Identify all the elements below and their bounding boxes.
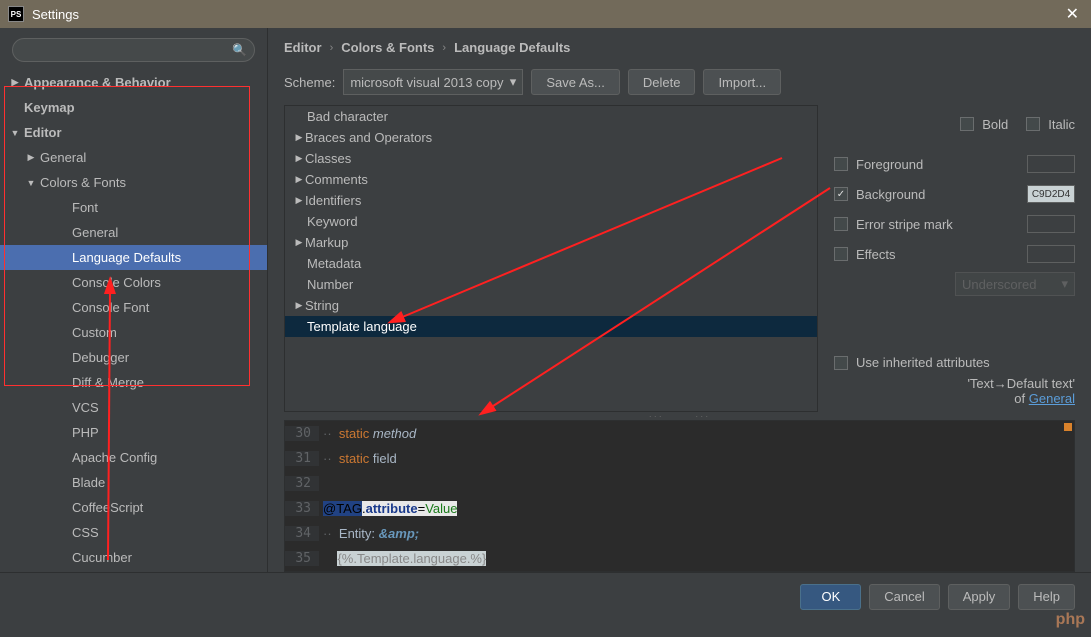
help-button[interactable]: Help (1018, 584, 1075, 610)
tree-comments[interactable]: Comments (285, 169, 817, 190)
tree-string[interactable]: String (285, 295, 817, 316)
tree-keyword[interactable]: Keyword (285, 211, 817, 232)
tree-markup[interactable]: Markup (285, 232, 817, 253)
tree-identifiers[interactable]: Identifiers (285, 190, 817, 211)
tree-braces[interactable]: Braces and Operators (285, 127, 817, 148)
tree-metadata[interactable]: Metadata (285, 253, 817, 274)
app-icon: PS (8, 6, 24, 22)
nav-keymap[interactable]: Keymap (0, 95, 267, 120)
window-title: Settings (32, 7, 79, 22)
footer: OK Cancel Apply Help (0, 572, 1091, 620)
apply-button[interactable]: Apply (948, 584, 1011, 610)
nav-blade[interactable]: Blade (0, 470, 267, 495)
nav-colors-fonts[interactable]: Colors & Fonts (0, 170, 267, 195)
background-checkbox[interactable] (834, 187, 848, 201)
effects-checkbox[interactable] (834, 247, 848, 261)
search-input[interactable] (12, 38, 255, 62)
chevron-down-icon: ▾ (1061, 276, 1068, 292)
nav-coffeescript[interactable]: CoffeeScript (0, 495, 267, 520)
nav-debugger[interactable]: Debugger (0, 345, 267, 370)
search-icon: 🔍 (232, 43, 247, 57)
inherit-link[interactable]: General (1029, 391, 1075, 406)
nav-vcs[interactable]: VCS (0, 395, 267, 420)
tree-template-language[interactable]: Template language (285, 316, 817, 337)
tree-classes[interactable]: Classes (285, 148, 817, 169)
foreground-checkbox[interactable] (834, 157, 848, 171)
error-stripe-icon (1064, 423, 1072, 431)
inherited-checkbox[interactable] (834, 356, 848, 370)
nav-general[interactable]: General (0, 145, 267, 170)
chevron-down-icon: ▾ (510, 74, 517, 90)
nav-custom[interactable]: Custom (0, 320, 267, 345)
scheme-label: Scheme: (284, 75, 335, 90)
splitter[interactable]: ··· ··· (268, 412, 1091, 420)
error-stripe-swatch[interactable] (1027, 215, 1075, 233)
nav-console-font[interactable]: Console Font (0, 295, 267, 320)
attribute-panel: Bold Italic Foreground BackgroundC9D2D4 … (818, 105, 1075, 412)
ok-button[interactable]: OK (800, 584, 861, 610)
main-panel: Editor› Colors & Fonts› Language Default… (268, 28, 1091, 572)
preview-panel[interactable]: 30·· static method 31·· static field 32 … (284, 420, 1075, 572)
effects-select[interactable]: Underscored▾ (955, 272, 1075, 296)
foreground-swatch[interactable] (1027, 155, 1075, 173)
scheme-select[interactable]: microsoft visual 2013 copy▾ (343, 69, 523, 95)
nav-language-defaults[interactable]: Language Defaults (0, 245, 267, 270)
nav-php[interactable]: PHP (0, 420, 267, 445)
nav-console-colors[interactable]: Console Colors (0, 270, 267, 295)
sidebar: 🔍 Appearance & Behavior Keymap Editor Ge… (0, 28, 268, 572)
nav-editor[interactable]: Editor (0, 120, 267, 145)
close-icon[interactable]: ✕ (1062, 4, 1083, 24)
italic-checkbox[interactable] (1026, 117, 1040, 131)
nav-apache-config[interactable]: Apache Config (0, 445, 267, 470)
nav-font[interactable]: Font (0, 195, 267, 220)
titlebar: PS Settings ✕ (0, 0, 1091, 28)
nav-tree[interactable]: Appearance & Behavior Keymap Editor Gene… (0, 70, 267, 572)
delete-button[interactable]: Delete (628, 69, 696, 95)
effects-swatch[interactable] (1027, 245, 1075, 263)
breadcrumb: Editor› Colors & Fonts› Language Default… (268, 28, 1091, 63)
nav-cf-general[interactable]: General (0, 220, 267, 245)
nav-appearance[interactable]: Appearance & Behavior (0, 70, 267, 95)
tree-bad-character[interactable]: Bad character (285, 106, 817, 127)
import-button[interactable]: Import... (703, 69, 781, 95)
nav-css[interactable]: CSS (0, 520, 267, 545)
attribute-tree[interactable]: Bad character Braces and Operators Class… (284, 105, 818, 412)
nav-diff-merge[interactable]: Diff & Merge (0, 370, 267, 395)
error-stripe-checkbox[interactable] (834, 217, 848, 231)
background-swatch[interactable]: C9D2D4 (1027, 185, 1075, 203)
tree-number[interactable]: Number (285, 274, 817, 295)
inherit-info: 'Text→Default text' of General (834, 376, 1075, 406)
nav-cucumber[interactable]: Cucumber (0, 545, 267, 570)
cancel-button[interactable]: Cancel (869, 584, 939, 610)
save-as-button[interactable]: Save As... (531, 69, 620, 95)
bold-checkbox[interactable] (960, 117, 974, 131)
